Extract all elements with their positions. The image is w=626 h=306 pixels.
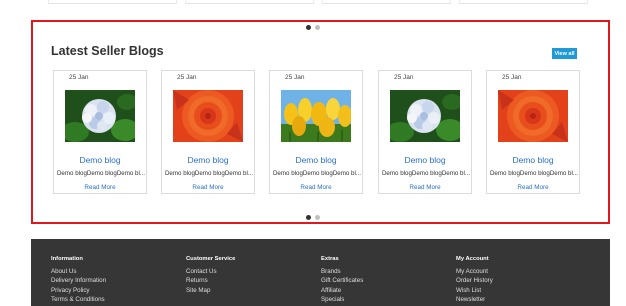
read-more-link[interactable]: Read More: [162, 184, 254, 191]
previous-card-edge: [322, 0, 451, 4]
blog-card[interactable]: 25 Jan Demo blog Demo blogDemo blogDemo …: [378, 70, 472, 194]
footer-link-affiliate[interactable]: Affiliate: [321, 286, 363, 295]
blog-title-link[interactable]: Demo blog: [487, 155, 579, 165]
footer-link-newsletter[interactable]: Newsletter: [456, 295, 493, 304]
blog-title-link[interactable]: Demo blog: [54, 155, 146, 165]
footer-heading: Information: [51, 256, 83, 262]
blog-card[interactable]: 25 Jan Demo blog Demo blogDemo blogDemo …: [161, 70, 255, 194]
blog-card[interactable]: 25 Jan Demo blog Demo blogDemo blogDemo …: [269, 70, 363, 194]
blog-card[interactable]: 25 Jan Demo blog Demo blogDemo blogDemo …: [53, 70, 147, 194]
blog-thumbnail[interactable]: [281, 90, 351, 142]
footer-column-extras: Extras Brands Gift Certificates Affiliat…: [321, 256, 363, 304]
blog-thumbnail[interactable]: [173, 90, 243, 142]
footer-column-my-account: My Account My Account Order History Wish…: [456, 256, 493, 304]
carousel-pagination-bottom: [0, 215, 626, 220]
footer-link-order-history[interactable]: Order History: [456, 276, 493, 285]
view-all-button[interactable]: View all: [552, 48, 577, 59]
dahlia-image: [498, 90, 568, 142]
blog-excerpt: Demo blogDemo blogDemo bl...: [272, 170, 362, 177]
section-title: Latest Seller Blogs: [51, 44, 164, 58]
footer-link-specials[interactable]: Specials: [321, 295, 363, 304]
hydrangea-image: [390, 90, 460, 142]
blog-thumbnail[interactable]: [390, 90, 460, 142]
blog-excerpt: Demo blogDemo blogDemo bl...: [56, 170, 146, 177]
footer-column-customer-service: Customer Service Contact Us Returns Site…: [186, 256, 235, 295]
footer-link-terms-conditions[interactable]: Terms & Conditions: [51, 295, 106, 304]
footer-link-privacy-policy[interactable]: Privacy Policy: [51, 286, 106, 295]
footer-link-site-map[interactable]: Site Map: [186, 286, 235, 295]
previous-card-edge: [185, 0, 314, 4]
footer-heading: Customer Service: [186, 256, 236, 262]
footer-heading: Extras: [321, 256, 339, 262]
read-more-link[interactable]: Read More: [379, 184, 471, 191]
blog-excerpt: Demo blogDemo blogDemo bl...: [489, 170, 579, 177]
footer-link-returns[interactable]: Returns: [186, 276, 235, 285]
footer-link-gift-certificates[interactable]: Gift Certificates: [321, 276, 363, 285]
site-footer: Information About Us Delivery Informatio…: [31, 239, 610, 306]
dahlia-image: [173, 90, 243, 142]
blog-excerpt: Demo blogDemo blogDemo bl...: [164, 170, 254, 177]
previous-card-edge: [48, 0, 177, 4]
blog-card-list: 25 Jan Demo blog Demo blogDemo blogDemo …: [53, 70, 581, 195]
footer-link-wish-list[interactable]: Wish List: [456, 286, 493, 295]
read-more-link[interactable]: Read More: [487, 184, 579, 191]
blog-date: 25 Jan: [394, 74, 414, 81]
blog-date: 25 Jan: [69, 74, 89, 81]
blog-title-link[interactable]: Demo blog: [270, 155, 362, 165]
blog-thumbnail[interactable]: [498, 90, 568, 142]
blog-date: 25 Jan: [285, 74, 305, 81]
blog-date: 25 Jan: [502, 74, 522, 81]
blog-card[interactable]: 25 Jan Demo blog Demo blogDemo blogDemo …: [486, 70, 580, 194]
read-more-link[interactable]: Read More: [270, 184, 362, 191]
blog-excerpt: Demo blogDemo blogDemo bl...: [381, 170, 471, 177]
previous-section-edge: [48, 0, 588, 4]
blog-title-link[interactable]: Demo blog: [379, 155, 471, 165]
footer-link-my-account[interactable]: My Account: [456, 267, 493, 276]
footer-link-about-us[interactable]: About Us: [51, 267, 106, 276]
footer-link-delivery-information[interactable]: Delivery Information: [51, 276, 106, 285]
carousel-dot-1[interactable]: [306, 215, 311, 220]
hydrangea-image: [65, 90, 135, 142]
previous-card-edge: [459, 0, 588, 4]
blog-thumbnail[interactable]: [65, 90, 135, 142]
carousel-dot-2[interactable]: [315, 215, 320, 220]
blog-date: 25 Jan: [177, 74, 197, 81]
footer-link-contact-us[interactable]: Contact Us: [186, 267, 235, 276]
footer-link-brands[interactable]: Brands: [321, 267, 363, 276]
read-more-link[interactable]: Read More: [54, 184, 146, 191]
blog-title-link[interactable]: Demo blog: [162, 155, 254, 165]
footer-column-information: Information About Us Delivery Informatio…: [51, 256, 106, 304]
tulips-image: [281, 90, 351, 142]
footer-heading: My Account: [456, 256, 489, 262]
